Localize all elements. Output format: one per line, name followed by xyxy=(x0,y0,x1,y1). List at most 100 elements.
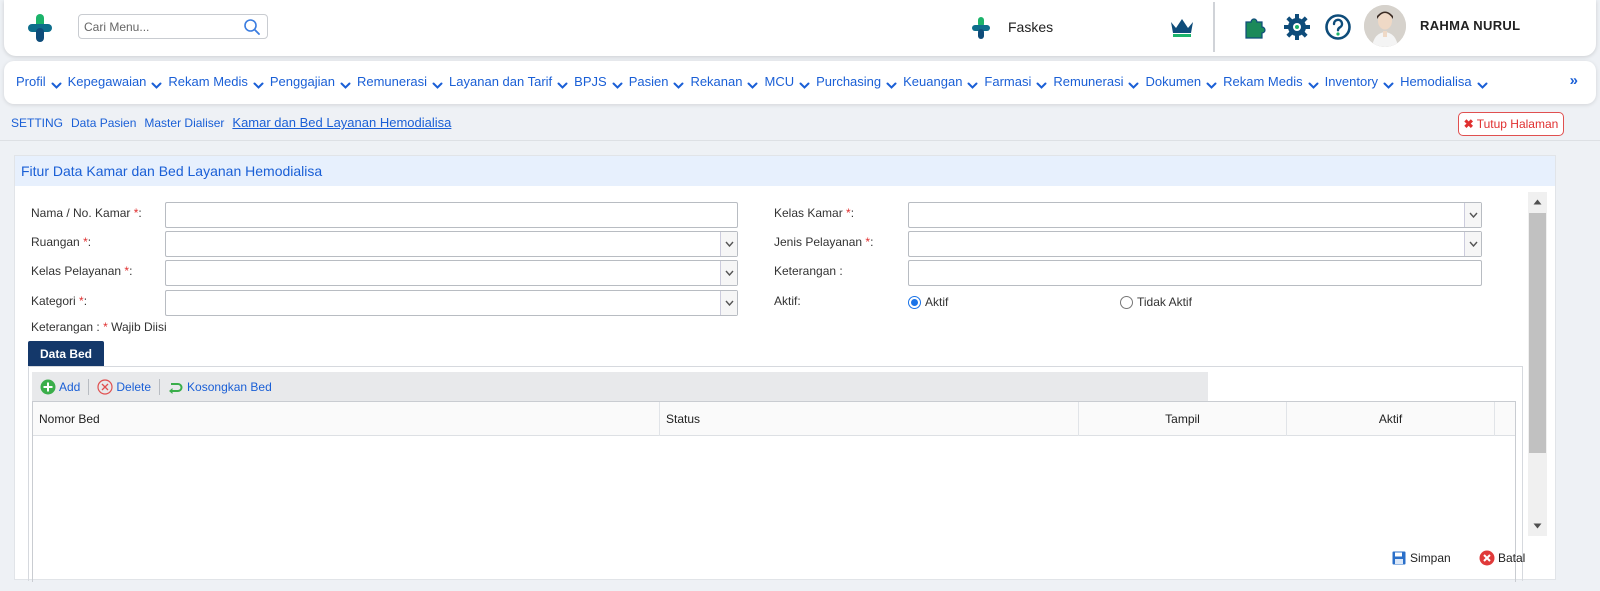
jenis-pelayanan-label: Jenis Pelayanan *: xyxy=(774,235,874,249)
chevron-down-icon[interactable] xyxy=(720,291,737,315)
close-page-label: Tutup Halaman xyxy=(1476,117,1559,131)
breadcrumb-item[interactable]: Master Dialiser xyxy=(144,116,224,130)
kelas-pelayanan-select[interactable] xyxy=(165,260,738,286)
nama-kamar-input[interactable] xyxy=(165,202,738,228)
menu-item[interactable]: MCU xyxy=(764,74,810,89)
save-button[interactable]: Simpan xyxy=(1391,550,1451,566)
chevron-down-icon xyxy=(253,78,264,89)
menu-item[interactable]: Remunerasi xyxy=(1053,74,1139,89)
kategori-label: Kategori *: xyxy=(31,294,88,308)
delete-icon xyxy=(97,378,113,395)
breadcrumb: SETTING Data Pasien Master Dialiser Kama… xyxy=(11,115,459,130)
chevron-down-icon xyxy=(1383,78,1394,89)
column-header-nomor-bed[interactable]: Nomor Bed xyxy=(33,402,660,436)
gear-icon[interactable] xyxy=(1283,13,1311,41)
menu-item-label: Layanan dan Tarif xyxy=(449,74,553,89)
chevron-down-icon xyxy=(747,78,758,89)
breadcrumb-item[interactable]: Data Pasien xyxy=(71,116,136,130)
menu-search[interactable] xyxy=(78,14,268,39)
scroll-down-icon[interactable] xyxy=(1528,518,1547,534)
column-header-status[interactable]: Status xyxy=(660,402,1079,436)
chevron-down-icon xyxy=(1477,78,1488,89)
breadcrumb-current[interactable]: Kamar dan Bed Layanan Hemodialisa xyxy=(232,115,451,130)
chevron-down-icon[interactable] xyxy=(720,261,737,285)
chevron-down-icon[interactable] xyxy=(1464,232,1481,256)
kosongkan-bed-button[interactable]: Kosongkan Bed xyxy=(168,379,272,395)
menu-item-label: MCU xyxy=(764,74,795,89)
chevron-down-icon[interactable] xyxy=(1464,203,1481,227)
menu-item[interactable]: Keuangan xyxy=(903,74,978,89)
undo-icon xyxy=(168,379,184,395)
menu-item-label: Rekam Medis xyxy=(168,74,248,89)
kelas-kamar-select[interactable] xyxy=(908,202,1482,228)
column-header-aktif[interactable]: Aktif xyxy=(1287,402,1495,436)
chevron-down-icon xyxy=(1036,78,1047,89)
chevron-down-icon xyxy=(673,78,684,89)
cancel-button[interactable]: Batal xyxy=(1479,550,1525,566)
menu-item[interactable]: BPJS xyxy=(574,74,623,89)
kategori-select[interactable] xyxy=(165,290,738,316)
puzzle-icon[interactable] xyxy=(1242,14,1268,40)
faskes-label[interactable]: Faskes xyxy=(1008,19,1053,35)
kelas-kamar-label: Kelas Kamar *: xyxy=(774,206,855,220)
user-name[interactable]: RAHMA NURUL xyxy=(1420,18,1520,33)
ruangan-select[interactable] xyxy=(165,231,738,257)
app-logo-icon[interactable] xyxy=(24,12,56,44)
radio-dot-selected[interactable] xyxy=(908,295,921,309)
chevron-down-icon xyxy=(51,78,62,89)
top-header: Faskes xyxy=(4,0,1596,56)
menu-item[interactable]: Purchasing xyxy=(816,74,897,89)
menu-more-button[interactable]: » xyxy=(1570,72,1578,89)
menu-item[interactable]: Pasien xyxy=(629,74,685,89)
menu-item-label: BPJS xyxy=(574,74,607,89)
menu-item[interactable]: Profil xyxy=(16,74,62,89)
radio-aktif[interactable]: Aktif xyxy=(908,295,948,309)
chevron-down-icon xyxy=(886,78,897,89)
menu-search-input[interactable] xyxy=(84,15,234,38)
menu-item[interactable]: Hemodialisa xyxy=(1400,74,1488,89)
menu-item[interactable]: Remunerasi xyxy=(357,74,443,89)
menu-item[interactable]: Rekam Medis xyxy=(1223,74,1319,89)
chevron-down-icon xyxy=(1128,78,1139,89)
menu-item[interactable]: Kepegawaian xyxy=(68,74,163,89)
crown-icon[interactable] xyxy=(1169,15,1195,39)
scrollbar-thumb[interactable] xyxy=(1529,213,1546,453)
scroll-up-icon[interactable] xyxy=(1528,194,1547,210)
ruangan-label: Ruangan *: xyxy=(31,235,92,249)
jenis-pelayanan-select[interactable] xyxy=(908,231,1482,257)
chevron-down-icon xyxy=(1206,78,1217,89)
chevron-down-icon xyxy=(967,78,978,89)
menu-item-label: Purchasing xyxy=(816,74,882,89)
menu-item[interactable]: Rekanan xyxy=(690,74,758,89)
keterangan-input[interactable] xyxy=(908,260,1482,286)
data-bed-toolbar: Add Delete Kosongkan Bed xyxy=(32,372,1208,401)
help-icon[interactable] xyxy=(1324,13,1352,41)
menu-item[interactable]: Inventory xyxy=(1325,74,1394,89)
chevron-down-icon xyxy=(432,78,443,89)
menu-item-label: Remunerasi xyxy=(1053,74,1124,89)
chevron-down-icon[interactable] xyxy=(720,232,737,256)
radio-dot[interactable] xyxy=(1120,295,1133,309)
radio-tidak-aktif-label: Tidak Aktif xyxy=(1137,295,1192,309)
menu-item[interactable]: Layanan dan Tarif xyxy=(449,74,568,89)
breadcrumb-divider xyxy=(0,140,1600,141)
cancel-icon xyxy=(1479,550,1495,566)
data-bed-container: Add Delete Kosongkan Bed Nomor Bed Statu… xyxy=(28,366,1523,582)
menu-item[interactable]: Dokumen xyxy=(1145,74,1217,89)
tab-data-bed[interactable]: Data Bed xyxy=(28,341,104,366)
delete-button[interactable]: Delete xyxy=(97,378,151,395)
user-avatar[interactable] xyxy=(1364,5,1406,47)
menu-item[interactable]: Rekam Medis xyxy=(168,74,264,89)
menu-item[interactable]: Farmasi xyxy=(984,74,1047,89)
column-header-tampil[interactable]: Tampil xyxy=(1079,402,1287,436)
close-page-button[interactable]: ✖ Tutup Halaman xyxy=(1458,112,1564,136)
radio-tidak-aktif[interactable]: Tidak Aktif xyxy=(1120,295,1192,309)
add-button[interactable]: Add xyxy=(40,379,80,395)
menu-list: Profil Kepegawaian Rekam Medis Penggajian Re… xyxy=(16,74,1494,89)
kelas-pelayanan-label: Kelas Pelayanan *: xyxy=(31,264,133,278)
panel-scrollbar[interactable] xyxy=(1528,192,1547,536)
search-icon[interactable] xyxy=(243,18,261,36)
menu-item[interactable]: Penggajian xyxy=(270,74,351,89)
breadcrumb-item[interactable]: SETTING xyxy=(11,116,63,130)
chevron-down-icon xyxy=(151,78,162,89)
